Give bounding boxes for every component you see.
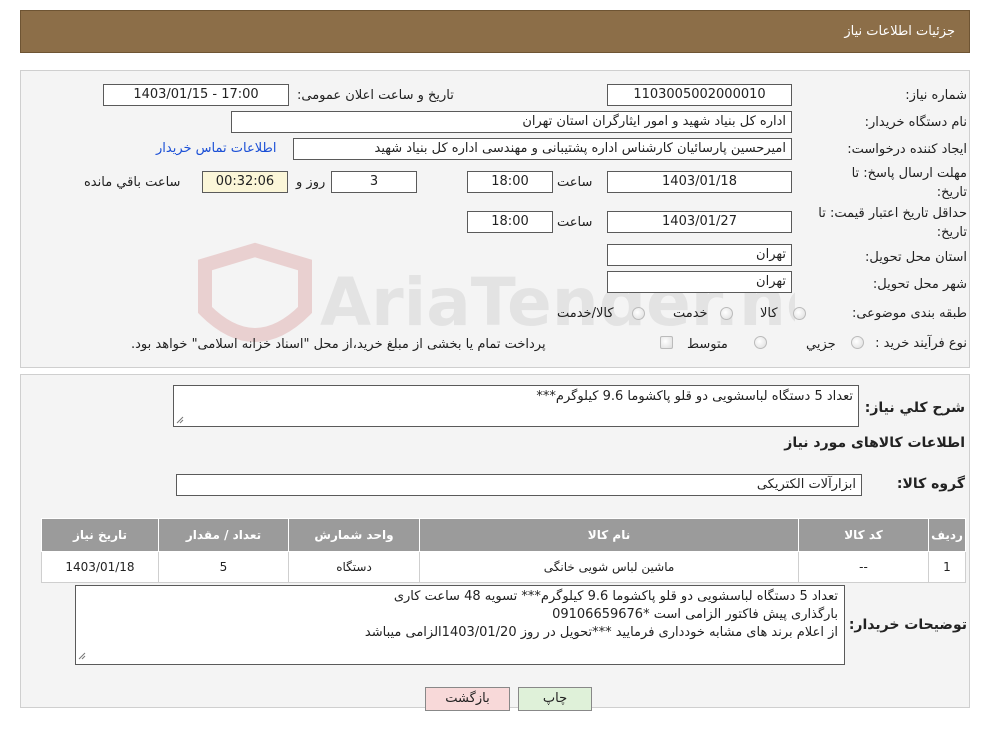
remaining-label: ساعت باقي مانده	[84, 175, 181, 190]
need-number-field: 1103005002000010	[607, 84, 792, 106]
buyer-contact-link[interactable]: اطلاعات تماس خریدار	[156, 141, 276, 156]
category-radio-service[interactable]	[720, 307, 733, 320]
validity-label-1: حداقل تاریخ اعتبار قیمت: تا	[818, 206, 967, 221]
province-field: تهران	[607, 244, 792, 266]
process-note: پرداخت تمام یا بخشی از مبلغ خرید،از محل …	[131, 337, 546, 352]
category-radio-goods-service[interactable]	[632, 307, 645, 320]
cell-name: ماشین لباس شویی خانگی	[419, 551, 799, 583]
col-unit: واحد شمارش	[288, 518, 420, 552]
deadline-label-1: مهلت ارسال پاسخ: تا	[851, 166, 967, 181]
process-radio-medium[interactable]	[754, 336, 767, 349]
category-radio-goods[interactable]	[793, 307, 806, 320]
creator-field: امیرحسین پارسائیان کارشناس اداره پشتیبان…	[293, 138, 792, 160]
process-option-small: جزیي	[806, 337, 836, 352]
goods-group-field: ابزارآلات الکتریکی	[176, 474, 862, 496]
notes-line: از اعلام برند های مشابه خودداری فرمایید …	[364, 625, 838, 640]
need-number-label: شماره نیاز:	[905, 88, 967, 103]
cell-qty: 5	[158, 551, 289, 583]
city-field: تهران	[607, 271, 792, 293]
cell-unit: دستگاه	[288, 551, 420, 583]
buyer-notes-field: تعداد 5 دستگاه لباسشویی دو قلو پاکشوما 9…	[75, 585, 845, 665]
print-button[interactable]: چاپ	[518, 687, 592, 711]
cell-row: 1	[928, 551, 966, 583]
validity-label-2: تاریخ:	[936, 225, 967, 240]
col-code: کد کالا	[798, 518, 929, 552]
days-label: روز و	[296, 175, 326, 190]
announce-label: تاریخ و ساعت اعلان عمومی:	[297, 88, 454, 103]
table-row: 1 -- ماشین لباس شویی خانگی دستگاه 5 1403…	[41, 551, 966, 583]
back-button[interactable]: بازگشت	[425, 687, 510, 711]
validity-time-label: ساعت	[557, 215, 593, 230]
notes-line: بارگذاری پیش فاکتور الزامی است *09106659…	[552, 607, 838, 622]
buyer-notes-label: توضیحات خریدار:	[848, 617, 967, 633]
buyer-label: نام دستگاه خریدار:	[864, 115, 967, 130]
province-label: استان محل تحویل:	[865, 250, 967, 265]
col-qty: تعداد / مقدار	[158, 518, 289, 552]
deadline-time-field: 18:00	[467, 171, 553, 193]
notes-resize-handle[interactable]	[78, 652, 86, 660]
category-option-goods: کالا	[760, 306, 778, 321]
city-label: شهر محل تحویل:	[872, 277, 967, 292]
validity-time-field: 18:00	[467, 211, 553, 233]
creator-label: ایجاد کننده درخواست:	[847, 142, 967, 157]
category-option-service: خدمت	[673, 306, 708, 321]
deadline-date-field: 1403/01/18	[607, 171, 792, 193]
page-title: جزئیات اطلاعات نیاز	[844, 24, 955, 39]
validity-date-field: 1403/01/27	[607, 211, 792, 233]
remaining-time-field: 00:32:06	[202, 171, 288, 193]
goods-table-header: ردیف کد کالا نام کالا واحد شمارش تعداد /…	[41, 518, 966, 552]
goods-table: ردیف کد کالا نام کالا واحد شمارش تعداد /…	[41, 518, 966, 583]
treasury-checkbox[interactable]	[660, 336, 673, 349]
col-name: نام کالا	[419, 518, 799, 552]
process-radio-small[interactable]	[851, 336, 864, 349]
col-date: تاریخ نیاز	[41, 518, 159, 552]
cell-code: --	[798, 551, 929, 583]
notes-line: تعداد 5 دستگاه لباسشویی دو قلو پاکشوما 9…	[393, 589, 838, 604]
days-field: 3	[331, 171, 417, 193]
process-label: نوع فرآیند خرید :	[875, 336, 967, 351]
description-resize-handle[interactable]	[176, 416, 184, 424]
goods-section-title: اطلاعات کالاهای مورد نیاز	[784, 435, 965, 451]
page-header: جزئیات اطلاعات نیاز	[20, 10, 970, 53]
category-label: طبقه بندی موضوعی:	[851, 306, 967, 321]
description-field: تعداد 5 دستگاه لباسشویی دو قلو پاکشوما 9…	[173, 385, 859, 427]
announce-field: 1403/01/15 - 17:00	[103, 84, 289, 106]
deadline-label-2: تاریخ:	[936, 185, 967, 200]
deadline-time-label: ساعت	[557, 175, 593, 190]
category-option-goods-service: کالا/خدمت	[557, 306, 614, 321]
process-option-medium: متوسط	[687, 337, 728, 352]
col-row: ردیف	[928, 518, 966, 552]
description-label: شرح کلي نياز:	[864, 400, 965, 416]
buyer-field: اداره کل بنیاد شهید و امور ایثارگران است…	[231, 111, 792, 133]
cell-date: 1403/01/18	[41, 551, 159, 583]
goods-group-label: گروه کالا:	[896, 476, 965, 492]
